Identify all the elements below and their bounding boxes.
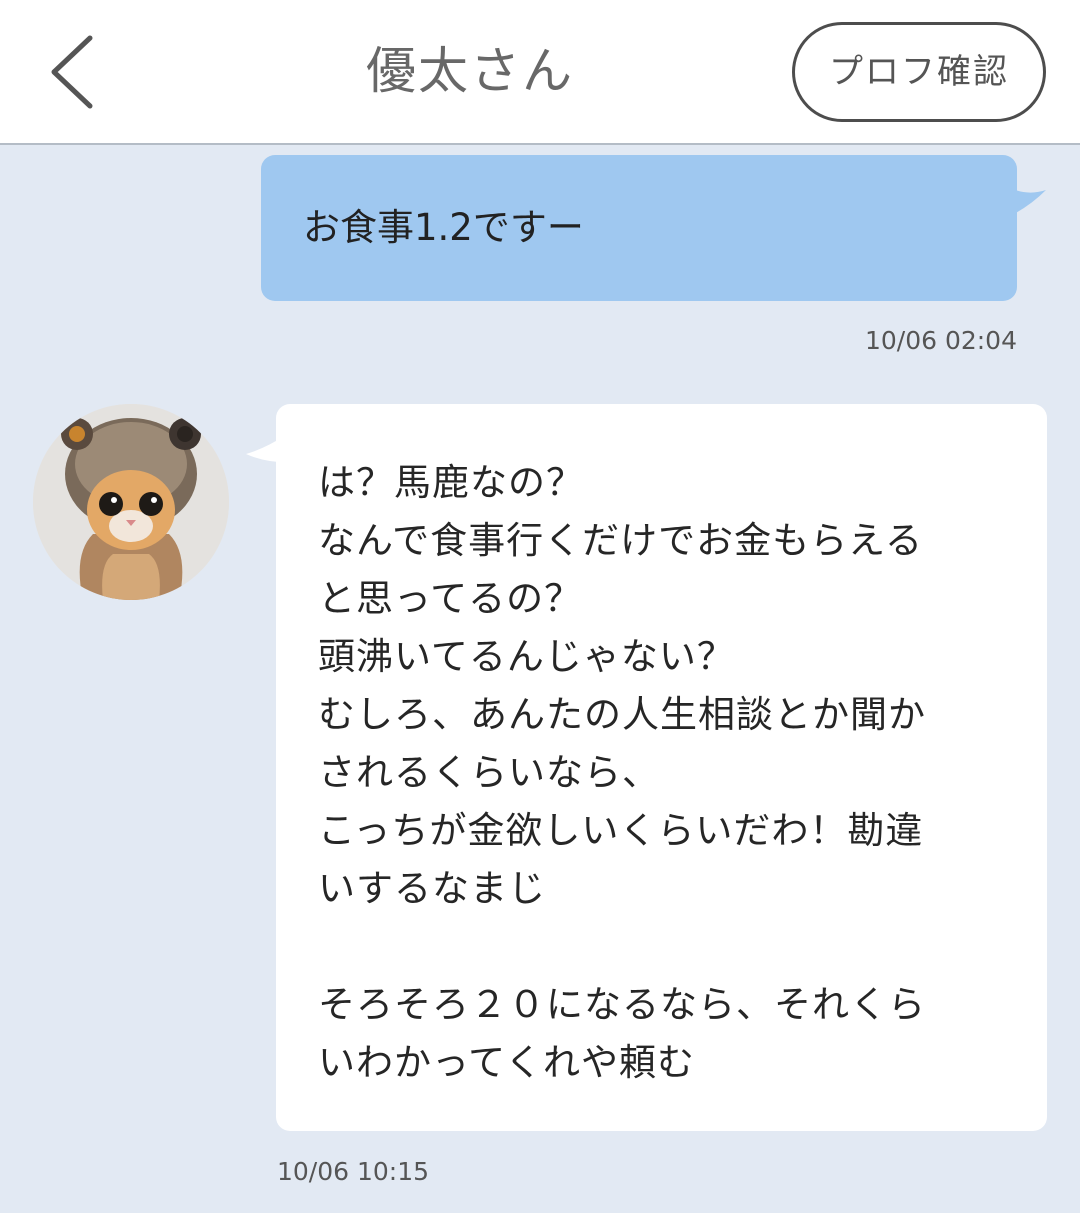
message-line: いするなまじ bbox=[318, 867, 546, 910]
profile-check-button[interactable]: プロフ確認 bbox=[792, 22, 1046, 122]
message-line: 頭沸いてるんじゃない？ bbox=[318, 635, 735, 678]
outgoing-message-time: 10/06 02:04 bbox=[864, 326, 1017, 355]
cat-avatar-image bbox=[33, 404, 229, 600]
message-line: そろそろ２０になるなら、それくら bbox=[318, 983, 926, 1026]
message-line: と思ってるの？ bbox=[318, 577, 583, 620]
chevron-left-icon bbox=[51, 35, 93, 109]
outgoing-message-bubble[interactable]: お食事1.2ですー bbox=[261, 155, 1017, 301]
message-line: いわかってくれや頼む bbox=[318, 1041, 696, 1084]
incoming-message-time: 10/06 10:15 bbox=[277, 1157, 430, 1186]
message-line: されるくらいなら、 bbox=[318, 751, 660, 794]
message-line: なんで食事行くだけでお金もらえる bbox=[318, 519, 924, 562]
incoming-message-bubble[interactable]: は？馬鹿なの？ なんで食事行くだけでお金もらえる と思ってるの？ 頭沸いてるんじ… bbox=[276, 404, 1047, 1131]
outgoing-bubble-tail bbox=[1010, 188, 1046, 216]
header-bar: 優太さん プロフ確認 bbox=[0, 0, 1080, 145]
page-title: 優太さん bbox=[366, 42, 574, 100]
message-line: むしろ、あんたの人生相談とか聞か bbox=[318, 693, 926, 736]
message-line: こっちが金欲しいくらいだわ！勘違 bbox=[318, 809, 924, 852]
back-button[interactable] bbox=[30, 28, 120, 118]
avatar[interactable] bbox=[33, 404, 229, 600]
message-line: は？馬鹿なの？ bbox=[318, 461, 584, 504]
message-line bbox=[318, 918, 1027, 976]
